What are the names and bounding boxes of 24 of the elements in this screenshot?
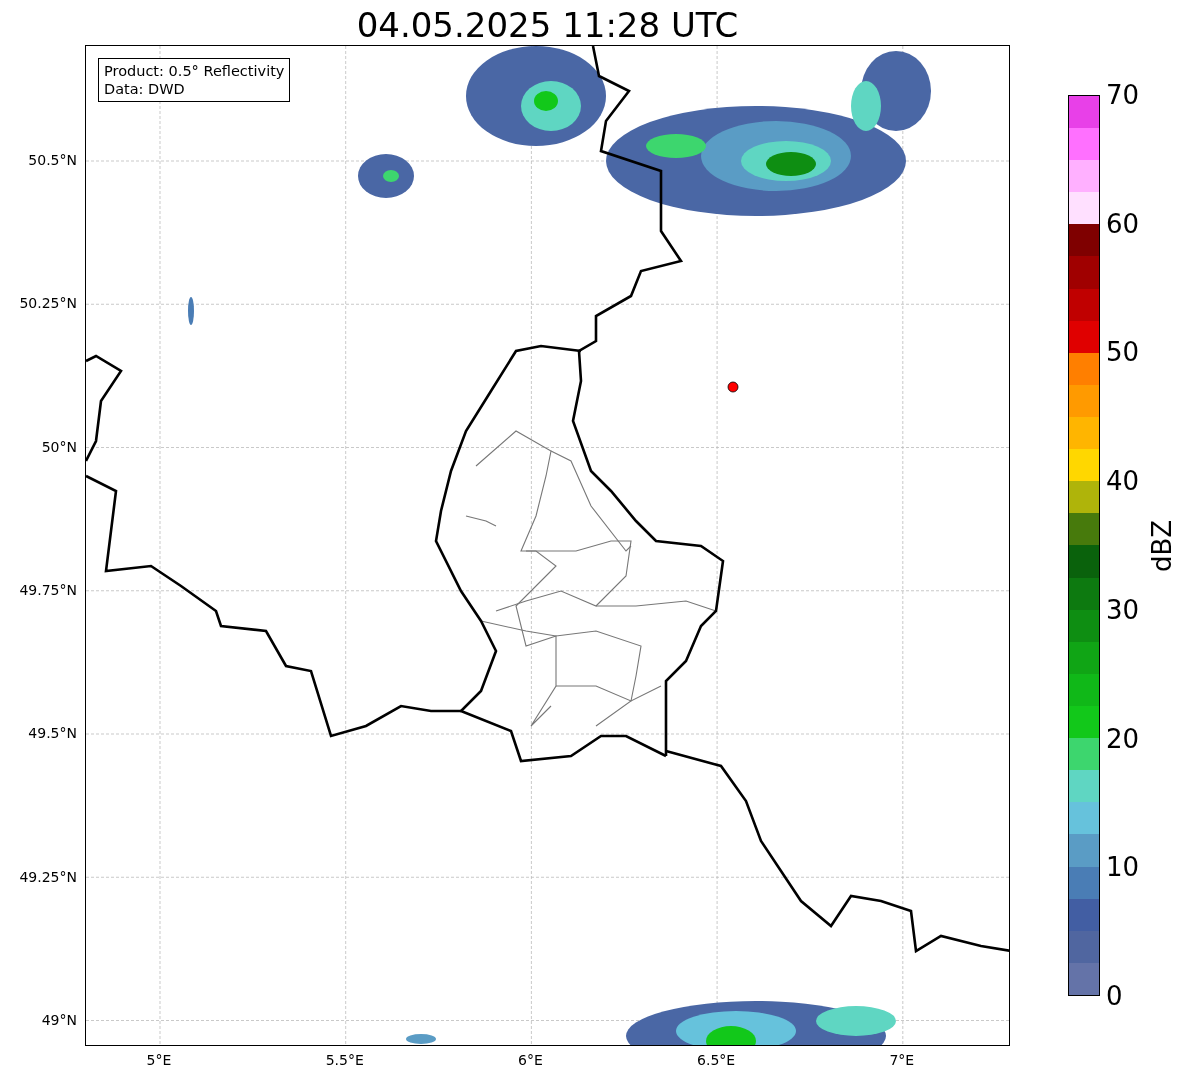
tick-label: 50	[1106, 337, 1140, 368]
latitude-label: 50°N	[41, 438, 77, 455]
tick-label: 70	[1106, 80, 1140, 110]
longitude-label: 6°E	[518, 1052, 543, 1068]
latitude-label: 50.5°N	[28, 152, 77, 168]
longitude-label: 5.5°E	[325, 1052, 364, 1068]
info-text: Product: 0.5° Reflectivity	[104, 62, 285, 80]
latitude-label: 49.75°N	[19, 581, 77, 598]
longitude-label: 6.5°E	[697, 1052, 736, 1068]
tick-label: 40	[1106, 466, 1140, 497]
longitude-label: 5°E	[146, 1052, 172, 1068]
latitude-label: 50.25°N	[19, 295, 77, 312]
tick-label: 20	[1106, 723, 1140, 754]
info-text: Data: DWD	[104, 80, 186, 98]
longitude-label: 7°E	[889, 1052, 915, 1068]
tick-label: 30	[1106, 594, 1140, 625]
axis-label: dBZ	[1147, 519, 1178, 572]
tick-label: 0	[1106, 981, 1123, 1011]
latitude-label: 49.25°N	[19, 868, 77, 885]
latitude-label: 49°N	[41, 1011, 77, 1028]
tick-label: 60	[1106, 208, 1140, 239]
tick-label: 10	[1106, 852, 1140, 883]
latitude-label: 49.5°N	[28, 725, 77, 742]
chart-title: 04.05.2025 11:28 UTC	[355, 4, 740, 45]
